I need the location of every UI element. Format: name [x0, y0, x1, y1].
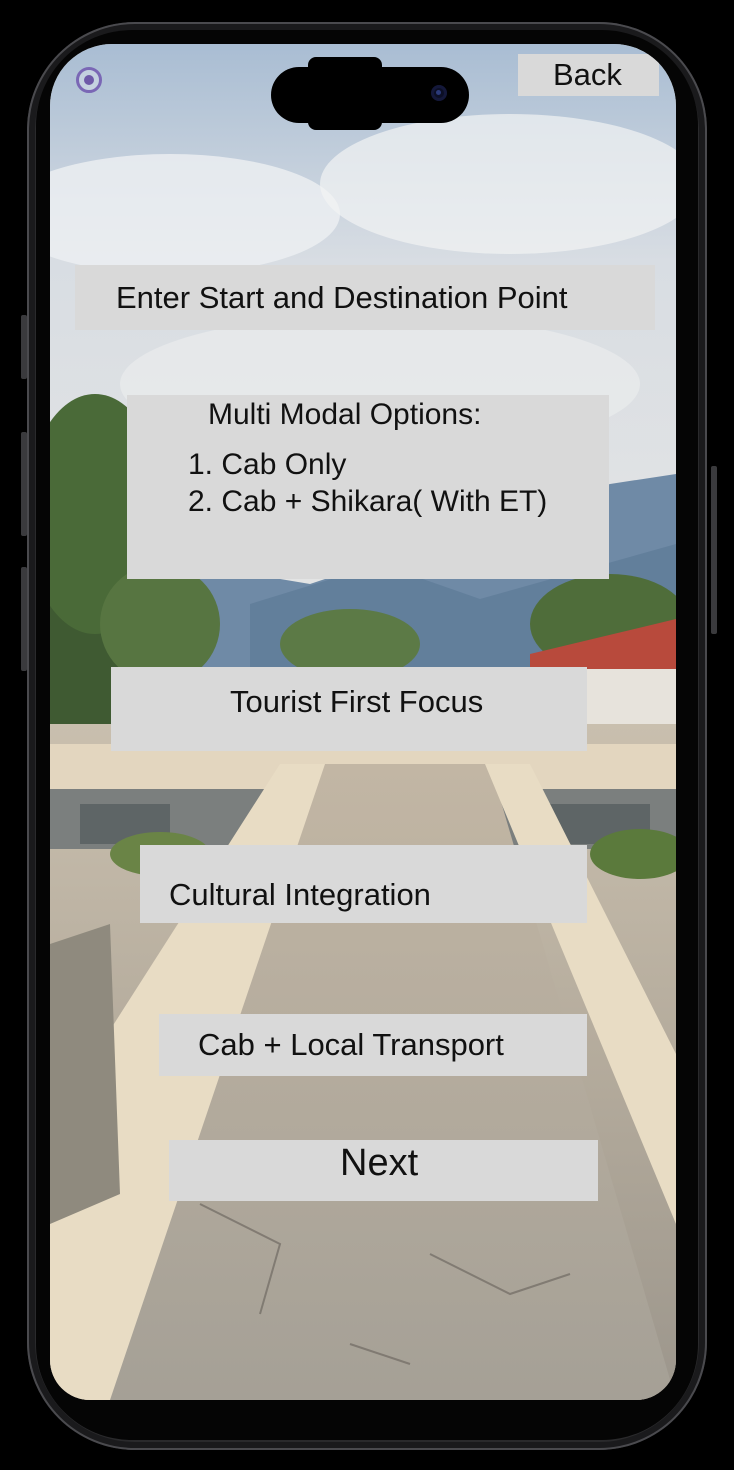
start-destination-button[interactable]: Enter Start and Destination Point — [75, 265, 655, 330]
tourist-first-focus-button[interactable]: Tourist First Focus — [111, 667, 587, 751]
multi-modal-options-list: 1. Cab Only 2. Cab + Shikara( With ET) — [188, 446, 547, 520]
back-button[interactable]: Back — [518, 54, 659, 96]
power-button — [711, 466, 717, 634]
multi-modal-options-panel: Multi Modal Options: 1. Cab Only 2. Cab … — [127, 395, 609, 579]
phone-mockup: Back Enter Start and Destination Point M… — [0, 0, 734, 1470]
multi-modal-options-title: Multi Modal Options: — [208, 398, 482, 431]
radio-button[interactable] — [76, 67, 102, 93]
cab-local-transport-button[interactable]: Cab + Local Transport — [159, 1014, 587, 1076]
option-cab-shikara[interactable]: 2. Cab + Shikara( With ET) — [188, 483, 547, 520]
app-screen: Back Enter Start and Destination Point M… — [50, 44, 676, 1400]
option-cab-only[interactable]: 1. Cab Only — [188, 446, 547, 483]
cultural-integration-button[interactable]: Cultural Integration — [140, 845, 587, 923]
next-button[interactable]: Next — [169, 1140, 598, 1201]
front-camera — [431, 85, 447, 101]
